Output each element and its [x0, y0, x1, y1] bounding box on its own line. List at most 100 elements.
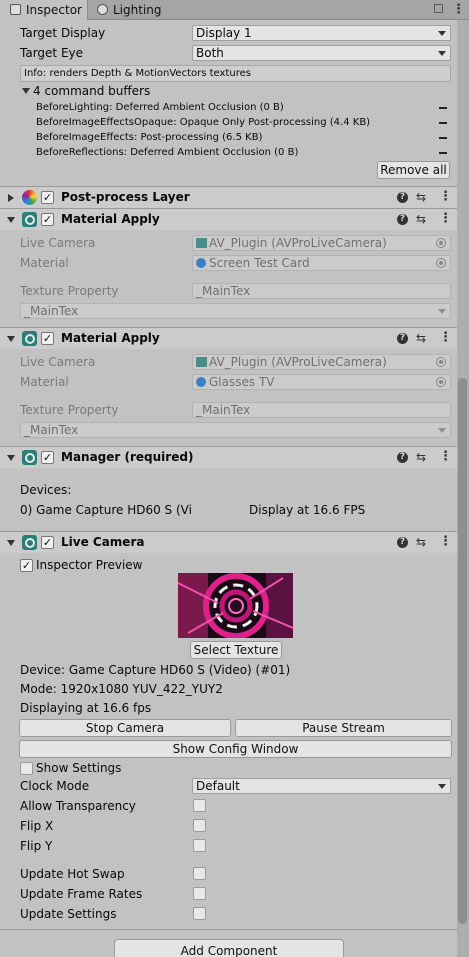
component-icon	[22, 212, 37, 227]
texture-property-field: _MainTex	[192, 283, 451, 299]
kebab-icon[interactable]: ⋮	[439, 212, 452, 225]
update-frame-rates-label: Update Frame Rates	[20, 887, 143, 901]
enable-checkbox[interactable]: ✓	[41, 536, 54, 549]
buffer-item: BeforeLighting: Deferred Ambient Occlusi…	[36, 102, 284, 113]
manager-header[interactable]: ✓ Manager (required) ? ⇆ ⋮	[0, 446, 469, 468]
texture-property-field: _MainTex	[192, 402, 451, 418]
update-frame-rates-checkbox[interactable]	[193, 887, 206, 900]
buffer-item: BeforeImageEffects: Post-processing (6.5…	[36, 132, 263, 143]
sliders-icon[interactable]: ⇆	[416, 536, 426, 548]
device-status: Display at 16.6 FPS	[249, 503, 366, 517]
lighting-icon	[97, 4, 108, 15]
foldout-icon[interactable]	[7, 540, 15, 546]
select-texture-button[interactable]: Select Texture	[190, 641, 282, 659]
info-box: Info: renders Depth & MotionVectors text…	[20, 65, 451, 82]
material-apply-header[interactable]: ✓ Material Apply ? ⇆ ⋮	[0, 327, 469, 349]
live-camera-label: Live Camera	[20, 355, 96, 369]
target-eye-value: Both	[196, 46, 224, 60]
help-icon[interactable]: ?	[397, 333, 408, 344]
material-apply-header[interactable]: ✓ Material Apply ? ⇆ ⋮	[0, 208, 469, 230]
show-config-button[interactable]: Show Config Window	[19, 740, 452, 758]
live-camera-header[interactable]: ✓ Live Camera ? ⇆ ⋮	[0, 531, 469, 553]
tab-lighting[interactable]: Lighting	[89, 0, 179, 20]
remove-buffer-icon[interactable]	[439, 137, 447, 139]
sliders-icon[interactable]: ⇆	[416, 332, 426, 344]
remove-buffer-icon[interactable]	[439, 152, 447, 154]
enable-checkbox[interactable]: ✓	[41, 451, 54, 464]
remove-all-button[interactable]: Remove all	[377, 161, 450, 179]
allow-transparency-label: Allow Transparency	[20, 799, 136, 813]
help-icon[interactable]: ?	[397, 214, 408, 225]
sliders-icon[interactable]: ⇆	[416, 191, 426, 203]
chevron-down-icon	[438, 31, 446, 36]
target-icon	[436, 258, 446, 268]
buffers-foldout-icon[interactable]	[22, 88, 30, 94]
camera-object-icon	[196, 357, 207, 367]
tab-lighting-label: Lighting	[113, 3, 162, 17]
component-icon	[22, 450, 37, 465]
target-icon	[436, 377, 446, 387]
foldout-icon[interactable]	[7, 336, 15, 342]
mode-info: Mode: 1920x1080 YUV_422_YUY2	[20, 682, 223, 696]
show-settings-checkbox[interactable]	[20, 762, 33, 775]
camera-preview-image	[178, 573, 293, 638]
inspector-preview-label: Inspector Preview	[36, 558, 143, 572]
enable-checkbox[interactable]: ✓	[41, 191, 54, 204]
pause-stream-button[interactable]: Pause Stream	[235, 719, 452, 737]
component-icon	[22, 535, 37, 550]
material-sphere-icon	[196, 258, 206, 268]
help-icon[interactable]: ?	[397, 537, 408, 548]
enable-checkbox[interactable]: ✓	[41, 332, 54, 345]
live-camera-label: Live Camera	[20, 236, 96, 250]
foldout-icon[interactable]	[8, 194, 14, 202]
post-process-header[interactable]: ✓ Post-process Layer ? ⇆ ⋮	[0, 186, 469, 208]
foldout-icon[interactable]	[7, 217, 15, 223]
sliders-icon[interactable]: ⇆	[416, 213, 426, 225]
inspector-icon	[10, 4, 21, 15]
buffer-item: BeforeReflections: Deferred Ambient Occl…	[36, 147, 299, 158]
target-eye-dropdown[interactable]: Both	[192, 45, 451, 61]
component-title: Manager (required)	[61, 450, 194, 464]
flip-y-checkbox[interactable]	[193, 839, 206, 852]
target-eye-label: Target Eye	[20, 46, 84, 60]
live-camera-value: AV_Plugin (AVProLiveCamera)	[209, 355, 387, 369]
update-hot-swap-checkbox[interactable]	[193, 867, 206, 880]
clock-mode-dropdown[interactable]: Default	[192, 778, 451, 794]
update-settings-label: Update Settings	[20, 907, 117, 921]
material-field: Screen Test Card	[192, 255, 451, 271]
foldout-icon[interactable]	[7, 455, 15, 461]
update-settings-checkbox[interactable]	[193, 907, 206, 920]
material-sphere-icon	[196, 377, 206, 387]
help-icon[interactable]: ?	[397, 192, 408, 203]
allow-transparency-checkbox[interactable]	[193, 799, 206, 812]
texture-property-label: Texture Property	[20, 403, 119, 417]
post-process-icon	[22, 190, 37, 205]
target-display-dropdown[interactable]: Display 1	[192, 25, 451, 41]
kebab-icon[interactable]: ⋮	[439, 331, 452, 344]
device-info: Device: Game Capture HD60 S (Video) (#01…	[20, 663, 291, 677]
remove-buffer-icon[interactable]	[439, 107, 447, 109]
kebab-icon[interactable]: ⋮	[439, 450, 452, 463]
flip-x-checkbox[interactable]	[193, 819, 206, 832]
remove-buffer-icon[interactable]	[439, 122, 447, 124]
component-title: Material Apply	[61, 212, 160, 226]
buffers-label[interactable]: 4 command buffers	[33, 83, 150, 99]
kebab-icon[interactable]: ⋮	[439, 535, 452, 548]
tab-inspector-label: Inspector	[26, 3, 82, 17]
scrollbar-thumb[interactable]	[458, 378, 467, 924]
tab-inspector[interactable]: Inspector	[0, 0, 88, 20]
live-camera-value: AV_Plugin (AVProLiveCamera)	[209, 236, 387, 250]
help-icon[interactable]: ?	[397, 452, 408, 463]
inspector-preview-checkbox[interactable]: ✓	[20, 559, 33, 572]
tab-bar: Inspector Lighting ⋮	[0, 0, 469, 20]
add-component-button[interactable]: Add Component	[114, 939, 344, 957]
stop-camera-button[interactable]: Stop Camera	[19, 719, 231, 737]
kebab-icon[interactable]: ⋮	[439, 190, 452, 203]
chevron-down-icon	[438, 51, 446, 56]
enable-checkbox[interactable]: ✓	[41, 213, 54, 226]
lock-icon[interactable]	[434, 4, 443, 13]
texture-property-dropdown: _MainTex	[20, 303, 451, 319]
sliders-icon[interactable]: ⇆	[416, 451, 426, 463]
clock-mode-value: Default	[196, 779, 240, 793]
tab-menu-icon[interactable]: ⋮	[452, 3, 465, 16]
